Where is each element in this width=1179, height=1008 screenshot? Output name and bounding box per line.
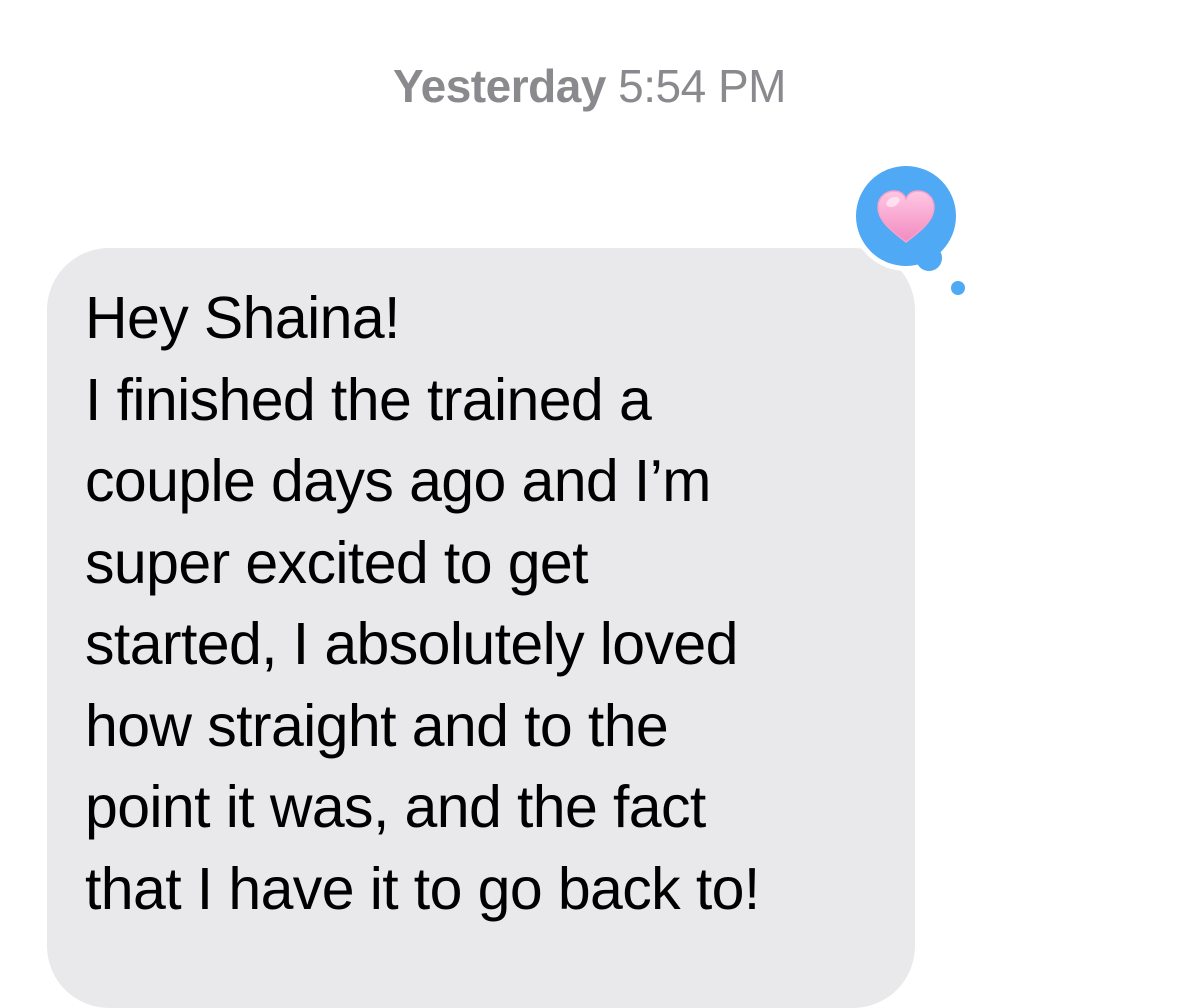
message-line: I finished the trained a xyxy=(85,366,652,433)
message-line: super excited to get xyxy=(85,529,589,596)
message-line: couple days ago and I’m xyxy=(85,448,711,514)
timestamp-day: Yesterday xyxy=(393,60,606,112)
timestamp-time: 5:54 PM xyxy=(618,60,786,112)
tapback-reaction[interactable] xyxy=(850,161,970,302)
heart-icon xyxy=(851,161,968,298)
message-timestamp: Yesterday 5:54 PM xyxy=(0,58,1179,114)
message-line: point it was, and the fact xyxy=(85,774,706,840)
message-line: started, I absolutely loved xyxy=(85,611,738,677)
message-line: Hey Shaina! xyxy=(85,285,400,351)
message-line: that I have it to go back to! xyxy=(85,855,760,922)
incoming-message-bubble[interactable]: Hey Shaina! I finished the trained a cou… xyxy=(47,248,915,1008)
message-line: how straight and to the xyxy=(85,692,669,759)
